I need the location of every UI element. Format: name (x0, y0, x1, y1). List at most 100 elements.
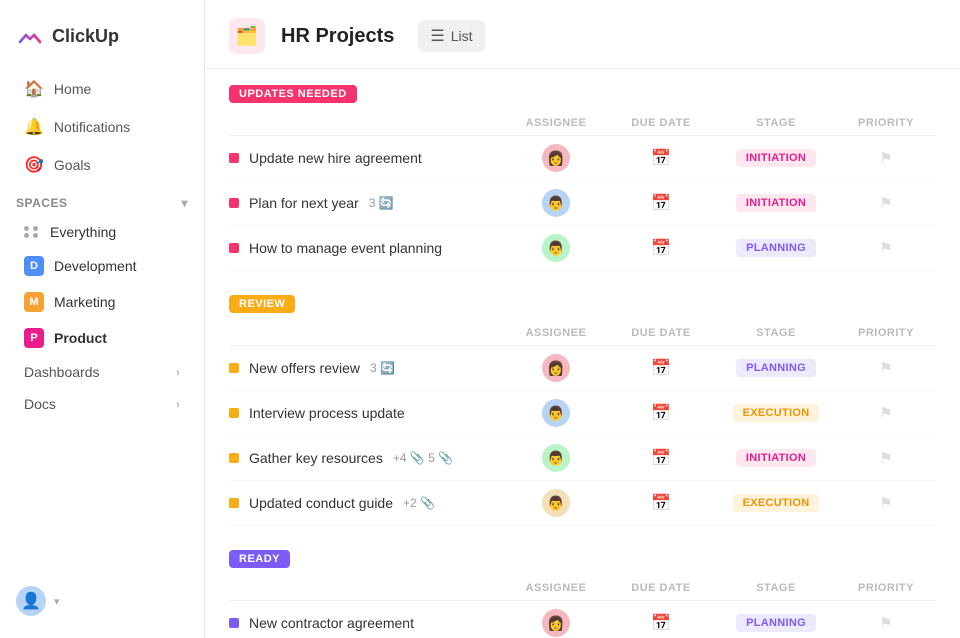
flag-icon: ⚑ (879, 239, 892, 257)
nav-dashboards[interactable]: Dashboards › (8, 357, 196, 387)
calendar-icon: 📅 (651, 238, 671, 258)
flag-icon: ⚑ (879, 149, 892, 167)
calendar-icon: 📅 (651, 448, 671, 468)
stage-badge: INITIATION (736, 449, 816, 467)
col-header-stage2: Stage (716, 327, 836, 339)
task-meta: +2 📎 (403, 496, 435, 510)
flag-icon: ⚑ (879, 494, 892, 512)
priority-cell: ⚑ (836, 149, 936, 167)
table-row[interactable]: New offers review 3 🔄 👩 📅 PLANNING ⚑ (229, 346, 936, 391)
nav-home[interactable]: 🏠 Home (8, 71, 196, 107)
sidebar-item-product[interactable]: P Product (8, 321, 196, 355)
assignee-cell: 👨 (506, 234, 606, 262)
avatar: 👨 (542, 234, 570, 262)
stage-cell: PLANNING (716, 359, 836, 377)
user-avatar[interactable]: 👤 (16, 586, 46, 616)
assignee-cell: 👨 (506, 399, 606, 427)
assignee-cell: 👨 (506, 444, 606, 472)
nav-goals[interactable]: 🎯 Goals (8, 147, 196, 183)
stage-cell: PLANNING (716, 239, 836, 257)
assignee-cell: 👩 (506, 354, 606, 382)
task-name: Plan for next year 3 🔄 (229, 195, 506, 211)
avatar: 👨 (542, 399, 570, 427)
sidebar-item-everything[interactable]: Everything (8, 217, 196, 247)
priority-cell: ⚑ (836, 404, 936, 422)
col-header-stage3: Stage (716, 582, 836, 594)
col-header-priority: Priority (836, 117, 936, 129)
task-dot (229, 153, 239, 163)
table-row[interactable]: Updated conduct guide +2 📎 👨 📅 EXECUTION… (229, 481, 936, 526)
calendar-icon: 📅 (651, 193, 671, 213)
chevron-right-icon2: › (176, 397, 180, 411)
task-dot (229, 363, 239, 373)
priority-cell: ⚑ (836, 494, 936, 512)
nav-docs[interactable]: Docs › (8, 389, 196, 419)
table-row[interactable]: New contractor agreement 👩 📅 PLANNING ⚑ (229, 601, 936, 638)
calendar-icon: 📅 (651, 493, 671, 513)
col-headers-updates: Assignee Due Date Stage Priority (229, 113, 936, 136)
project-title: HR Projects (281, 25, 394, 48)
list-view-tab[interactable]: ☰ List (418, 20, 484, 52)
assignee-cell: 👩 (506, 609, 606, 637)
nav-notifications[interactable]: 🔔 Notifications (8, 109, 196, 145)
stage-cell: INITIATION (716, 449, 836, 467)
priority-cell: ⚑ (836, 614, 936, 632)
due-date-cell: 📅 (606, 448, 716, 468)
marketing-avatar: M (24, 292, 44, 312)
col-header-priority3: Priority (836, 582, 936, 594)
updates-needed-header: UPDATES NEEDED (229, 69, 936, 113)
sidebar: ClickUp 🏠 Home 🔔 Notifications 🎯 Goals S… (0, 0, 205, 638)
priority-cell: ⚑ (836, 449, 936, 467)
task-meta: +4 📎 5 📎 (393, 451, 453, 465)
avatar: 👨 (542, 489, 570, 517)
avatar: 👨 (542, 189, 570, 217)
table-row[interactable]: Interview process update 👨 📅 EXECUTION ⚑ (229, 391, 936, 436)
stage-badge: INITIATION (736, 149, 816, 167)
task-name: New contractor agreement (229, 615, 506, 631)
flag-icon: ⚑ (879, 194, 892, 212)
sidebar-item-development[interactable]: D Development (8, 249, 196, 283)
priority-cell: ⚑ (836, 239, 936, 257)
table-row[interactable]: Gather key resources +4 📎 5 📎 👨 📅 INITIA… (229, 436, 936, 481)
stage-cell: EXECUTION (716, 404, 836, 422)
chevron-down-icon: ▾ (181, 196, 188, 210)
avatar: 👩 (542, 609, 570, 637)
task-name: Gather key resources +4 📎 5 📎 (229, 450, 506, 466)
task-dot (229, 198, 239, 208)
calendar-icon: 📅 (651, 403, 671, 423)
logo-area: ClickUp (0, 12, 204, 70)
nav-notifications-label: Notifications (54, 119, 130, 135)
due-date-cell: 📅 (606, 493, 716, 513)
calendar-icon: 📅 (651, 358, 671, 378)
task-name: How to manage event planning (229, 240, 506, 256)
table-row[interactable]: Update new hire agreement 👩 📅 INITIATION… (229, 136, 936, 181)
priority-cell: ⚑ (836, 194, 936, 212)
calendar-icon: 📅 (651, 148, 671, 168)
review-section: REVIEW Assignee Due Date Stage Priority … (205, 279, 960, 526)
ready-section: READY Assignee Due Date Stage Priority N… (205, 534, 960, 638)
avatar: 👩 (542, 144, 570, 172)
spaces-header: Spaces ▾ (0, 184, 204, 216)
stage-cell: INITIATION (716, 194, 836, 212)
priority-cell: ⚑ (836, 359, 936, 377)
avatar: 👩 (542, 354, 570, 382)
due-date-cell: 📅 (606, 403, 716, 423)
project-icon: 🗂️ (229, 18, 265, 54)
table-row[interactable]: How to manage event planning 👨 📅 PLANNIN… (229, 226, 936, 271)
col-header-due-date: Due Date (606, 117, 716, 129)
col-headers-ready: Assignee Due Date Stage Priority (229, 578, 936, 601)
task-dot (229, 453, 239, 463)
development-avatar: D (24, 256, 44, 276)
task-dot (229, 408, 239, 418)
home-icon: 🏠 (24, 79, 44, 99)
task-name: Updated conduct guide +2 📎 (229, 495, 506, 511)
col-header-due-date2: Due Date (606, 327, 716, 339)
user-profile-area: 👤 ▾ (0, 576, 204, 626)
col-headers-review: Assignee Due Date Stage Priority (229, 323, 936, 346)
sidebar-item-marketing[interactable]: M Marketing (8, 285, 196, 319)
stage-badge: EXECUTION (733, 494, 820, 512)
updates-needed-section: UPDATES NEEDED Assignee Due Date Stage P… (205, 69, 960, 271)
stage-badge: INITIATION (736, 194, 816, 212)
table-row[interactable]: Plan for next year 3 🔄 👨 📅 INITIATION ⚑ (229, 181, 936, 226)
due-date-cell: 📅 (606, 613, 716, 633)
